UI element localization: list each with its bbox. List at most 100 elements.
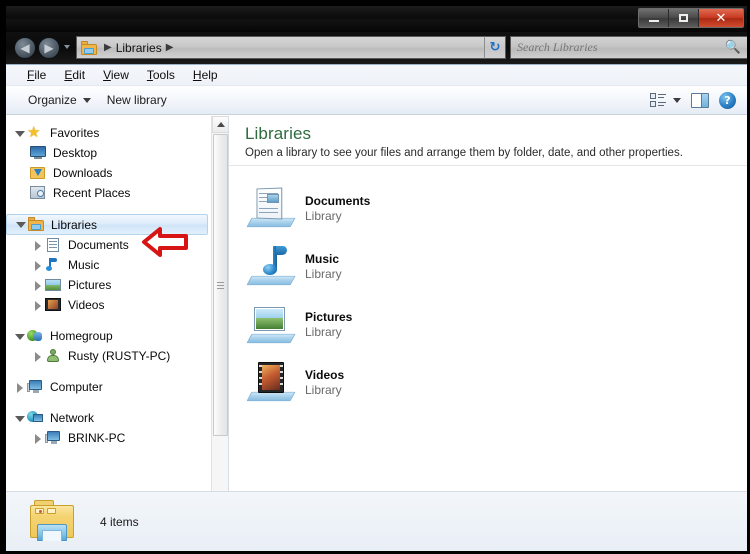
item-count-label: 4 items	[100, 514, 139, 529]
expander-icon[interactable]	[15, 219, 26, 230]
command-toolbar: Organize New library ?	[6, 86, 747, 115]
menu-item-tools[interactable]: Tools	[138, 66, 184, 84]
library-tiles: Documents Library Music Library Pictures…	[229, 166, 747, 412]
expander-icon[interactable]	[32, 433, 43, 444]
tree-item-videos[interactable]: Videos	[6, 295, 212, 315]
tree-item-label: Favorites	[50, 126, 100, 140]
search-input[interactable]	[517, 40, 725, 55]
navigation-pane-scrollbar[interactable]	[211, 116, 228, 551]
breadcrumb-item-libraries[interactable]: Libraries	[116, 41, 162, 55]
tree-item-rusty-pc[interactable]: Rusty (RUSTY-PC)	[6, 346, 212, 366]
view-options-icon	[650, 93, 666, 107]
library-tile-pictures[interactable]: Pictures Library	[243, 296, 498, 354]
search-box[interactable]: 🔍	[510, 36, 747, 59]
minimize-icon	[648, 20, 659, 22]
scroll-up-button[interactable]	[212, 116, 228, 133]
tree-item-music[interactable]: Music	[6, 255, 212, 275]
menu-item-view[interactable]: View	[94, 66, 138, 84]
menu-item-edit[interactable]: Edit	[55, 66, 94, 84]
tree-item-label: Music	[68, 258, 100, 272]
tree-item-label: Documents	[68, 238, 129, 252]
monitor-icon	[30, 145, 47, 161]
breadcrumb-separator-icon[interactable]: ▶	[162, 42, 178, 53]
organize-button[interactable]: Organize	[20, 90, 99, 110]
tree-item-label: Desktop	[53, 146, 98, 160]
back-arrow-icon: ◀	[20, 41, 30, 55]
tile-subtitle: Library	[305, 267, 342, 281]
close-button[interactable]: ✕	[699, 9, 743, 27]
library-folder-icon	[28, 499, 78, 544]
expander-icon[interactable]	[32, 351, 43, 362]
forward-button[interactable]: ▶	[38, 37, 60, 59]
status-bar: 4 items	[6, 491, 747, 551]
maximize-button[interactable]	[669, 9, 699, 27]
forward-arrow-icon: ▶	[44, 41, 54, 55]
minimize-button[interactable]	[639, 9, 669, 27]
help-icon[interactable]: ?	[719, 91, 736, 109]
tile-text: Music Library	[305, 252, 342, 282]
window-controls: ✕	[638, 8, 744, 28]
tile-name: Documents	[305, 194, 371, 208]
tree-item-label: Recent Places	[53, 186, 131, 200]
recent-places-icon	[30, 185, 47, 201]
library-tile-documents[interactable]: Documents Library	[243, 180, 498, 238]
expander-icon[interactable]	[14, 382, 25, 393]
tree-item-libraries[interactable]: Libraries	[6, 214, 208, 235]
downloads-icon	[30, 165, 47, 181]
scrollbar-thumb[interactable]	[213, 134, 228, 436]
new-library-button[interactable]: New library	[99, 90, 175, 110]
refresh-icon: ↻	[489, 40, 501, 55]
body-split: ★ Favorites Desktop Downloads Recent Pla…	[6, 116, 747, 551]
refresh-button[interactable]: ↻	[484, 36, 506, 59]
tree-item-recent-places[interactable]: Recent Places	[6, 183, 212, 203]
tile-text: Videos Library	[305, 368, 344, 398]
breadcrumb-address-box[interactable]: ▶ Libraries ▶	[76, 36, 501, 59]
organize-label: Organize	[28, 93, 77, 107]
tree-item-pictures[interactable]: Pictures	[6, 275, 212, 295]
tree-item-homegroup[interactable]: Homegroup	[6, 326, 212, 346]
menu-item-file[interactable]: File	[18, 66, 55, 84]
back-button[interactable]: ◀	[14, 37, 36, 59]
expander-icon[interactable]	[14, 128, 25, 139]
tree-item-label: Rusty (RUSTY-PC)	[68, 349, 171, 363]
preview-pane-icon[interactable]	[691, 92, 709, 108]
library-tile-videos[interactable]: Videos Library	[243, 354, 498, 412]
user-icon	[45, 348, 62, 364]
menu-bar: File Edit View Tools Help	[6, 65, 747, 86]
tile-subtitle: Library	[305, 209, 342, 223]
content-pane[interactable]: Libraries Open a library to see your fil…	[229, 116, 747, 551]
tree-item-brink-pc[interactable]: BRINK-PC	[6, 428, 212, 448]
library-icon	[28, 216, 45, 233]
expander-icon[interactable]	[14, 413, 25, 424]
tree-item-favorites[interactable]: ★ Favorites	[6, 123, 212, 143]
tree-item-computer[interactable]: Computer	[6, 377, 212, 397]
pictures-icon	[45, 277, 62, 293]
tree-item-documents[interactable]: Documents	[6, 235, 212, 255]
chevron-down-icon[interactable]	[673, 97, 681, 103]
expander-icon[interactable]	[32, 280, 43, 291]
expander-icon[interactable]	[32, 240, 43, 251]
tile-text: Documents Library	[305, 194, 370, 224]
menu-item-help[interactable]: Help	[184, 66, 227, 84]
expander-icon[interactable]	[32, 260, 43, 271]
chevron-down-icon	[82, 97, 91, 103]
tile-subtitle: Library	[305, 325, 342, 339]
maximize-icon	[679, 14, 688, 22]
search-icon[interactable]: 🔍	[725, 40, 741, 55]
toolbar-right-group: ?	[650, 91, 744, 109]
explorer-window: ✕ ◀ ▶ ▶ Libraries ▶ ↻ 🔍	[0, 0, 750, 554]
homegroup-icon	[27, 328, 44, 344]
library-tile-music[interactable]: Music Library	[243, 238, 498, 296]
recent-pages-dropdown-icon[interactable]	[64, 45, 70, 49]
tree-item-network[interactable]: Network	[6, 408, 212, 428]
view-options-button[interactable]	[650, 93, 681, 107]
expander-icon[interactable]	[32, 300, 43, 311]
tree-item-downloads[interactable]: Downloads	[6, 163, 212, 183]
tree-item-desktop[interactable]: Desktop	[6, 143, 212, 163]
expander-icon[interactable]	[14, 331, 25, 342]
tree-item-label: Network	[50, 411, 95, 425]
tree-item-label: Computer	[50, 380, 103, 394]
content-header: Libraries Open a library to see your fil…	[229, 116, 747, 166]
